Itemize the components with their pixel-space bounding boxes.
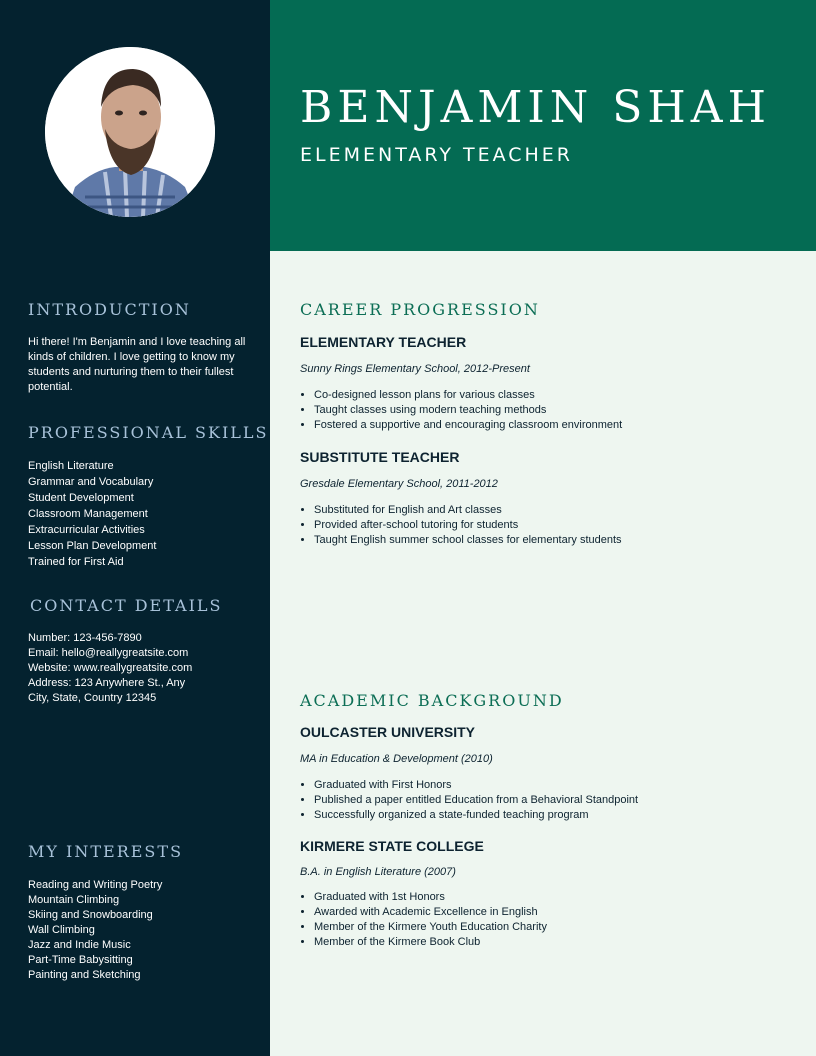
contact-email: Email: hello@reallygreatsite.com (28, 647, 189, 659)
list-item: Fostered a supportive and encouraging cl… (314, 418, 622, 433)
skill-item: Lesson Plan Development (28, 540, 157, 552)
list-item: Co-designed lesson plans for various cla… (314, 388, 622, 403)
job-title: ELEMENTARY TEACHER (300, 334, 467, 350)
skill-item: English Literature (28, 460, 114, 472)
list-item: Member of the Kirmere Youth Education Ch… (314, 920, 547, 935)
list-item: Published a paper entitled Education fro… (314, 793, 638, 808)
list-item: Taught English summer school classes for… (314, 533, 622, 548)
skills-list: English Literature Grammar and Vocabular… (28, 458, 156, 570)
introduction-text: Hi there! I'm Benjamin and I love teachi… (28, 336, 246, 393)
interests-heading: MY INTERESTS (28, 842, 184, 861)
school-bullets: Graduated with 1st Honors Awarded with A… (300, 890, 547, 950)
skill-item: Grammar and Vocabulary (28, 476, 154, 488)
job-bullets: Co-designed lesson plans for various cla… (300, 388, 622, 433)
job-subtitle: Sunny Rings Elementary School, 2012-Pres… (300, 363, 530, 375)
contact-address: Address: 123 Anywhere St., Any City, Sta… (28, 677, 186, 704)
skill-item: Trained for First Aid (28, 556, 124, 568)
list-item: Taught classes using modern teaching met… (314, 403, 622, 418)
interest-item: Wall Climbing (28, 924, 95, 936)
contact-website: Website: www.reallygreatsite.com (28, 662, 193, 674)
school-title: OULCASTER UNIVERSITY (300, 724, 476, 740)
skill-item: Classroom Management (28, 508, 148, 520)
list-item: Substituted for English and Art classes (314, 503, 622, 518)
contact-number: Number: 123-456-7890 (28, 632, 142, 644)
person-name: BENJAMIN SHAH (300, 82, 771, 133)
list-item: Awarded with Academic Excellence in Engl… (314, 905, 547, 920)
main-content: CAREER PROGRESSION ELEMENTARY TEACHER Su… (270, 251, 816, 1056)
introduction-heading: INTRODUCTION (28, 300, 191, 319)
person-role: ELEMENTARY TEACHER (300, 144, 574, 166)
skill-item: Extracurricular Activities (28, 524, 145, 536)
school-subtitle: B.A. in English Literature (2007) (300, 866, 456, 878)
job-subtitle: Gresdale Elementary School, 2011-2012 (300, 478, 498, 490)
school-subtitle: MA in Education & Development (2010) (300, 753, 493, 765)
interest-item: Skiing and Snowboarding (28, 909, 153, 921)
interests-list: Reading and Writing Poetry Mountain Clim… (28, 878, 162, 983)
job-title: SUBSTITUTE TEACHER (300, 449, 460, 465)
job-bullets: Substituted for English and Art classes … (300, 503, 622, 548)
person-avatar-icon (45, 47, 215, 217)
list-item: Graduated with 1st Honors (314, 890, 547, 905)
school-bullets: Graduated with First Honors Published a … (300, 778, 638, 823)
skill-item: Student Development (28, 492, 134, 504)
interest-item: Part-Time Babysitting (28, 954, 133, 966)
career-heading: CAREER PROGRESSION (300, 300, 540, 319)
header-banner: BENJAMIN SHAH ELEMENTARY TEACHER (270, 0, 816, 251)
interest-item: Jazz and Indie Music (28, 939, 131, 951)
contact-heading: CONTACT DETAILS (30, 596, 223, 615)
list-item: Provided after-school tutoring for stude… (314, 518, 622, 533)
skills-heading: PROFESSIONAL SKILLS (28, 423, 269, 442)
academic-heading: ACADEMIC BACKGROUND (300, 691, 564, 710)
contact-details: Number: 123-456-7890 Email: hello@really… (28, 631, 248, 706)
list-item: Member of the Kirmere Book Club (314, 935, 547, 950)
interest-item: Reading and Writing Poetry (28, 879, 163, 891)
school-title: KIRMERE STATE COLLEGE (300, 838, 484, 854)
list-item: Graduated with First Honors (314, 778, 638, 793)
interest-item: Painting and Sketching (28, 969, 141, 981)
sidebar: INTRODUCTION Hi there! I'm Benjamin and … (0, 0, 270, 1056)
interest-item: Mountain Climbing (28, 894, 120, 906)
list-item: Successfully organized a state-funded te… (314, 808, 638, 823)
profile-photo (45, 47, 215, 217)
